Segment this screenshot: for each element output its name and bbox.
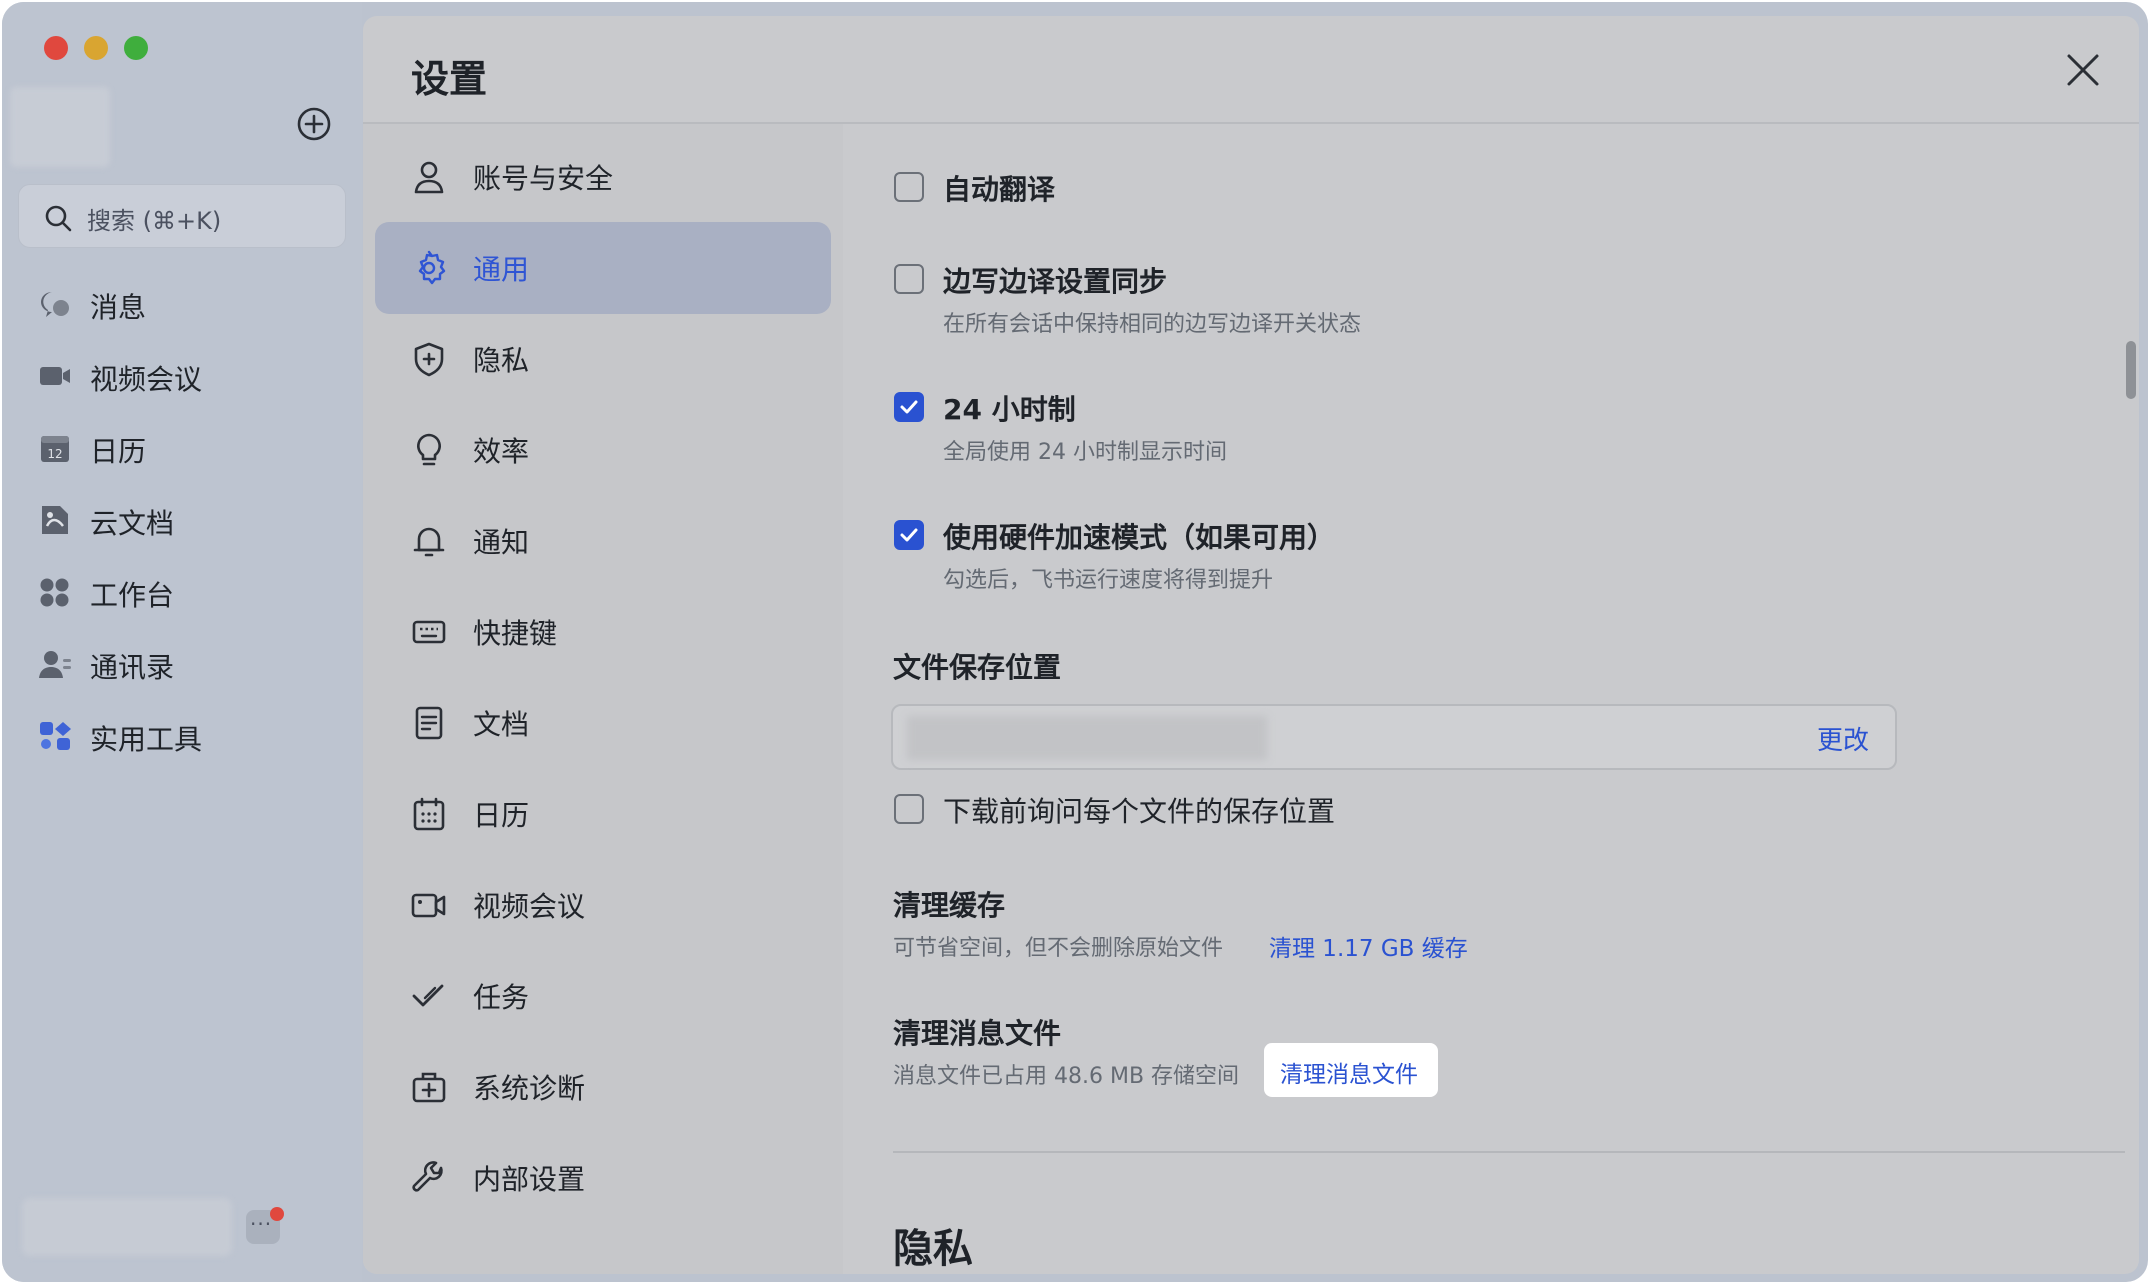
user-profile[interactable]: [22, 1198, 232, 1256]
sidebar-item-label: 实用工具: [90, 723, 203, 756]
screen: 搜索 (⌘+K) 消息 视频会议 12 日历 云文档 工作台 通讯录 实用工具 …: [0, 0, 2154, 1284]
clear-msg-files-label: 清理消息文件: [1280, 1062, 1418, 1088]
search-icon: [45, 205, 72, 232]
search-placeholder: 搜索 (⌘+K): [87, 207, 222, 235]
contacts-icon: [39, 651, 71, 678]
content-scrollbar[interactable]: [2126, 341, 2136, 399]
privacy-section-title: 隐私: [893, 1226, 973, 1272]
clear-cache-title: 清理缓存: [893, 889, 1006, 922]
clear-msg-files-title: 清理消息文件: [893, 1017, 1062, 1050]
file-path-field: 更改: [891, 704, 1897, 770]
maximize-window-button[interactable]: [124, 36, 148, 60]
check-icon: [900, 528, 918, 542]
clear-cache-description: 可节省空间，但不会删除原始文件: [893, 936, 1224, 961]
option-title: 使用硬件加速模式（如果可用）: [943, 521, 1336, 554]
workplace-icon: [40, 578, 69, 607]
file-save-title: 文件保存位置: [893, 651, 1062, 684]
close-window-button[interactable]: [44, 36, 68, 60]
option-title: 24 小时制: [943, 393, 1076, 426]
tools-icon: [40, 722, 71, 750]
clock-24h-checkbox[interactable]: [894, 392, 924, 422]
option-title: 自动翻译: [943, 173, 1056, 206]
clear-msg-files-description: 消息文件已占用 48.6 MB 存储空间: [893, 1064, 1240, 1089]
app-window: 搜索 (⌘+K) 消息 视频会议 12 日历 云文档 工作台 通讯录 实用工具 …: [2, 2, 2148, 1282]
more-icon: ···: [250, 1212, 273, 1236]
section-divider: [893, 1151, 2125, 1153]
sidebar-item-label: 云文档: [90, 507, 175, 540]
clear-msg-files-button[interactable]: 清理消息文件: [1264, 1043, 1438, 1097]
ask-save-location-checkbox[interactable]: [894, 794, 924, 824]
notification-badge: [270, 1207, 284, 1221]
cloud-doc-icon: [42, 506, 68, 534]
sidebar-item-messages[interactable]: 消息: [38, 276, 338, 332]
sync-translate-checkbox[interactable]: [894, 264, 924, 294]
svg-text:12: 12: [47, 447, 62, 461]
minimize-window-button[interactable]: [84, 36, 108, 60]
auto-translate-checkbox[interactable]: [894, 172, 924, 202]
settings-content: 自动翻译 边写边译设置同步 在所有会话中保持相同的边写边译开关状态 24 小时制…: [363, 16, 2139, 1274]
change-path-button[interactable]: 更改: [1817, 720, 1869, 757]
option-description: 全局使用 24 小时制显示时间: [943, 440, 1227, 465]
option-description: 在所有会话中保持相同的边写边译开关状态: [943, 312, 1362, 337]
sidebar-item-contacts[interactable]: 通讯录: [38, 636, 338, 692]
clear-cache-link[interactable]: 清理 1.17 GB 缓存: [1269, 929, 1468, 963]
sidebar-item-label: 通讯录: [90, 651, 175, 684]
sidebar-item-label: 日历: [90, 435, 147, 468]
sidebar-item-tools[interactable]: 实用工具: [38, 708, 338, 764]
avatar[interactable]: [10, 87, 110, 167]
message-icon: [41, 292, 69, 317]
check-icon: [900, 400, 918, 414]
sidebar-item-video[interactable]: 视频会议: [38, 348, 338, 404]
file-path-value: [907, 716, 1267, 760]
hardware-accel-checkbox[interactable]: [894, 520, 924, 550]
plus-circle-icon[interactable]: [296, 106, 332, 142]
app-sidebar: 搜索 (⌘+K) 消息 视频会议 12 日历 云文档 工作台 通讯录 实用工具 …: [2, 2, 362, 1282]
video-icon: [40, 367, 70, 385]
option-title: 下载前询问每个文件的保存位置: [943, 795, 1336, 828]
sidebar-item-label: 视频会议: [90, 363, 203, 396]
calendar-icon: 12: [41, 436, 69, 462]
sidebar-item-workplace[interactable]: 工作台: [38, 564, 338, 620]
sidebar-item-label: 消息: [90, 291, 147, 324]
sidebar-item-cloud-docs[interactable]: 云文档: [38, 492, 338, 548]
option-title: 边写边译设置同步: [943, 265, 1168, 298]
sidebar-item-calendar[interactable]: 12 日历: [38, 420, 338, 476]
search-input[interactable]: 搜索 (⌘+K): [18, 184, 346, 248]
option-description: 勾选后，飞书运行速度将得到提升: [943, 568, 1274, 593]
sidebar-item-label: 工作台: [90, 579, 175, 612]
